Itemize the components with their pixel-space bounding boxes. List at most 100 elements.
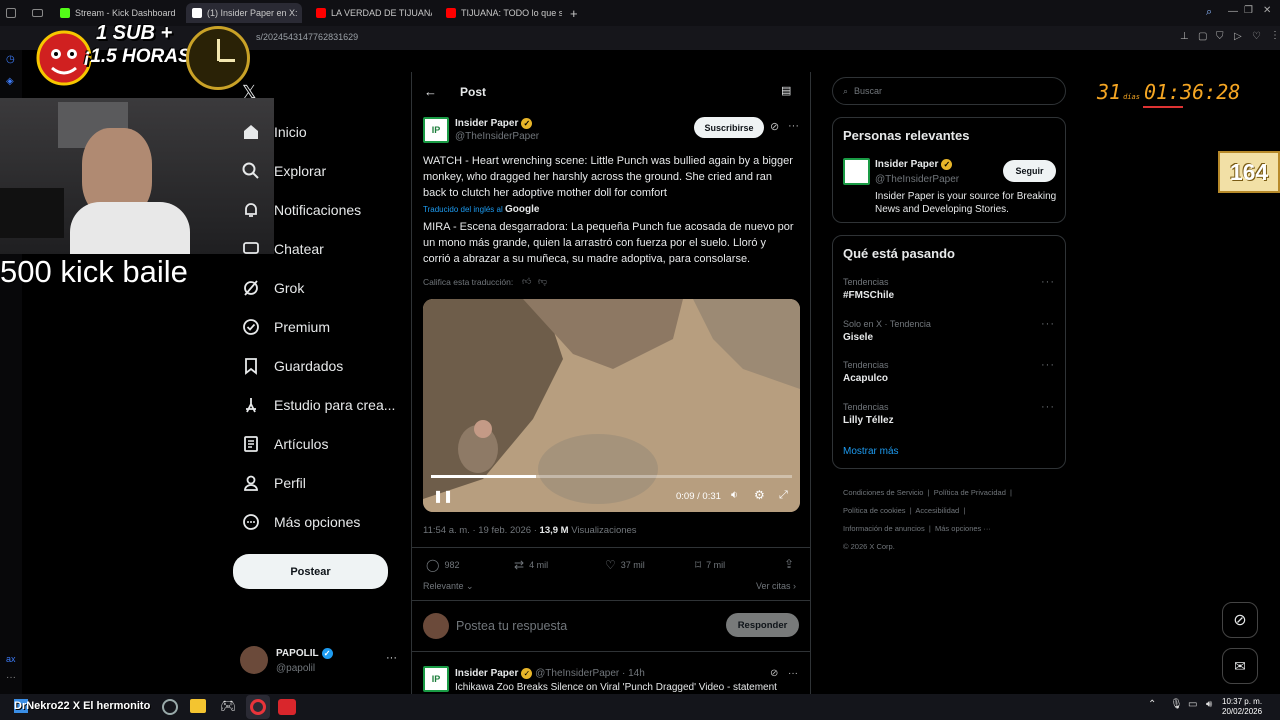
- accessibility-link[interactable]: Accesibilidad: [915, 506, 959, 515]
- nav-articles[interactable]: Artículos: [240, 429, 328, 459]
- browser-menu-icon[interactable]: ⋮: [1270, 30, 1280, 41]
- share-icon[interactable]: ⇪: [784, 557, 794, 571]
- user-avatar[interactable]: [240, 646, 268, 674]
- author-avatar[interactable]: IP: [423, 117, 449, 143]
- gamepad-icon[interactable]: 🎮︎: [220, 698, 237, 714]
- more-footer-link[interactable]: Más opciones ···: [935, 524, 991, 533]
- trend-item[interactable]: Tendencias #FMSChile: [843, 277, 894, 301]
- nav-label: Estudio para crea...: [274, 397, 396, 413]
- next-grok-icon[interactable]: ⊘: [770, 668, 778, 679]
- sidebar-ax-icon[interactable]: ax: [6, 654, 16, 664]
- cookies-link[interactable]: Política de cookies: [843, 506, 906, 515]
- nav-creator-studio[interactable]: Estudio para crea...: [240, 390, 395, 420]
- bookmark-action[interactable]: ⌑ 7 mil: [695, 558, 725, 572]
- back-arrow-icon[interactable]: ←: [424, 84, 437, 99]
- nav-label: Premium: [274, 319, 331, 335]
- search-tabs-icon[interactable]: ⌕: [1206, 6, 1212, 19]
- minimize-icon[interactable]: —: [1228, 6, 1238, 17]
- nav-home[interactable]: Inicio: [240, 117, 307, 147]
- nav-premium[interactable]: Premium: [240, 312, 330, 342]
- next-post-more-icon[interactable]: ···: [788, 668, 798, 679]
- grok-float-icon[interactable]: ⊘: [1222, 602, 1258, 638]
- relevant-name-row[interactable]: Insider Paper ✓: [875, 159, 953, 170]
- trend-more-icon[interactable]: ···: [1041, 401, 1055, 413]
- opera-taskbar-item[interactable]: [246, 695, 270, 719]
- nav-bookmarks[interactable]: Guardados: [240, 351, 343, 381]
- reader-mode-icon[interactable]: ▤: [781, 84, 791, 97]
- next-post-avatar[interactable]: IP: [423, 666, 449, 692]
- nav-notifications[interactable]: Notificaciones: [240, 195, 361, 225]
- network-icon[interactable]: ▭: [1188, 699, 1197, 710]
- nav-chat[interactable]: Chatear: [240, 234, 324, 264]
- url-text[interactable]: s/2024543147762831629: [256, 32, 358, 42]
- trend-item[interactable]: Tendencias Lilly Téllez: [843, 402, 894, 426]
- nav-explore[interactable]: Explorar: [240, 156, 326, 186]
- sort-replies-dropdown[interactable]: Relevante ⌄: [423, 581, 474, 592]
- terms-link[interactable]: Condiciones de Servicio: [843, 488, 923, 497]
- shield-icon[interactable]: ⛉: [1216, 31, 1224, 42]
- view-quotes-link[interactable]: Ver citas ›: [756, 581, 796, 591]
- next-post-header[interactable]: Insider Paper ✓ @TheInsiderPaper · 14h: [455, 668, 645, 679]
- sidebar-more-icon[interactable]: ···: [6, 672, 16, 683]
- ads-info-link[interactable]: Información de anuncios: [843, 524, 925, 533]
- reply-button[interactable]: Responder: [726, 613, 799, 637]
- nav-label: Artículos: [274, 436, 329, 452]
- pin-icon[interactable]: ⊥: [1180, 31, 1189, 42]
- repost-action[interactable]: ⇄ 4 mil: [514, 558, 548, 572]
- sidebar-messenger-icon[interactable]: ◈: [6, 76, 14, 87]
- post-more-icon[interactable]: ···: [788, 120, 799, 132]
- close-window-icon[interactable]: ✕: [1263, 5, 1271, 16]
- messages-float-icon[interactable]: ✉: [1222, 648, 1258, 684]
- snapshot-icon[interactable]: ▢: [1198, 31, 1207, 42]
- relevant-avatar[interactable]: [843, 158, 870, 185]
- reply-input[interactable]: Postea tu respuesta: [456, 619, 567, 633]
- fullscreen-icon[interactable]: ⤢: [779, 489, 788, 502]
- account-switcher[interactable]: PAPOLIL ✓: [276, 648, 333, 659]
- trend-more-icon[interactable]: ···: [1041, 359, 1055, 371]
- window-menu-icon[interactable]: [6, 3, 16, 23]
- video-progress-track[interactable]: [431, 475, 792, 478]
- file-explorer-icon[interactable]: [190, 699, 206, 713]
- trend-item[interactable]: Tendencias Acapulco: [843, 360, 889, 384]
- trend-item[interactable]: Solo en X · Tendencia Gisele: [843, 319, 931, 343]
- translated-from-label[interactable]: Traducido del inglés al Google: [423, 204, 539, 215]
- tray-expand-icon[interactable]: ⌃: [1148, 699, 1156, 710]
- play-icon[interactable]: ▷: [1234, 31, 1242, 42]
- steam-icon[interactable]: [162, 699, 178, 715]
- search-box[interactable]: ⌕ Buscar: [832, 77, 1066, 105]
- post-button[interactable]: Postear: [233, 554, 388, 589]
- thumbs-down-icon[interactable]: 👎︎: [538, 276, 547, 287]
- follow-button[interactable]: Seguir: [1003, 160, 1056, 182]
- clock[interactable]: 10:37 p. m. 20/02/2026: [1222, 697, 1262, 717]
- account-menu-icon[interactable]: ···: [386, 652, 397, 664]
- nav-label: Notificaciones: [274, 202, 362, 218]
- author-handle[interactable]: @TheInsiderPaper: [455, 131, 539, 142]
- reply-action[interactable]: ◯ 982: [426, 558, 459, 572]
- tab-tijuana-todo[interactable]: TIJUANA: TODO lo que sa: [446, 3, 562, 23]
- privacy-link[interactable]: Política de Privacidad: [934, 488, 1006, 497]
- heart-icon[interactable]: ♡: [1252, 31, 1261, 42]
- nav-profile[interactable]: Perfil: [240, 468, 306, 498]
- video-player[interactable]: ❚❚ 0:09 / 0:31 🔉︎ ⚙ ⤢: [423, 299, 800, 512]
- nav-more-options[interactable]: Más opciones: [240, 507, 360, 537]
- trend-more-icon[interactable]: ···: [1041, 318, 1055, 330]
- grok-explain-icon[interactable]: ⊘: [770, 120, 779, 133]
- volume-icon[interactable]: 🔉︎: [731, 489, 738, 502]
- thumbs-up-icon[interactable]: 👍︎: [522, 276, 531, 287]
- mic-icon[interactable]: 🎙︎: [1170, 699, 1183, 710]
- tab-verdad-tijuana[interactable]: LA VERDAD DE TIJUANA: [316, 3, 432, 23]
- settings-gear-icon[interactable]: ⚙: [754, 488, 765, 502]
- like-action[interactable]: ♡ 37 mil: [605, 558, 645, 572]
- x-logo-icon[interactable]: 𝕏: [242, 82, 257, 103]
- pause-icon[interactable]: ❚❚: [433, 489, 453, 503]
- sidebar-history-icon[interactable]: ◷: [6, 54, 15, 65]
- maximize-icon[interactable]: ❐: [1244, 5, 1253, 16]
- show-more-link[interactable]: Mostrar más: [843, 446, 899, 457]
- nav-grok[interactable]: Grok: [240, 273, 304, 303]
- volume-tray-icon[interactable]: 🔊︎: [1206, 699, 1212, 710]
- subscribe-button[interactable]: Suscribirse: [694, 117, 764, 138]
- new-tab-button[interactable]: +: [570, 3, 578, 23]
- trend-more-icon[interactable]: ···: [1041, 276, 1055, 288]
- author-name-row[interactable]: Insider Paper ✓: [455, 118, 533, 129]
- app-red-icon[interactable]: [278, 699, 296, 715]
